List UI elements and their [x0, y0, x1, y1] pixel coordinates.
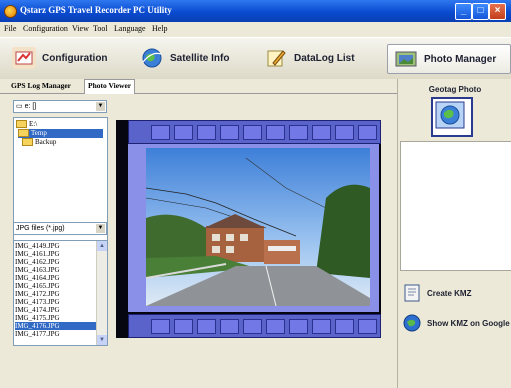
menu-view[interactable]: View: [72, 24, 89, 33]
file-type-select-value: JPG files (*.jpg): [16, 225, 65, 232]
menu-help[interactable]: Help: [152, 24, 168, 33]
file-type-select[interactable]: JPG files (*.jpg) ▼: [13, 222, 107, 235]
folder-open-icon: [18, 129, 29, 138]
menu-file[interactable]: File: [4, 24, 16, 33]
photo-manager-button-label: Photo Manager: [424, 53, 497, 65]
app-window: Qstarz GPS Travel Recorder PC Utility _ …: [0, 0, 511, 388]
window-title: Qstarz GPS Travel Recorder PC Utility: [20, 5, 172, 15]
geotag-result-panel: [400, 141, 511, 271]
file-list-item[interactable]: IMG_4175.JPG: [15, 314, 100, 322]
chevron-down-icon[interactable]: ▼: [96, 224, 105, 233]
folder-label: Temp: [31, 129, 47, 137]
geotag-photo-label: Geotag Photo: [428, 85, 482, 94]
right-panel: Geotag Photo Create KMZ Show KMZ on Goog…: [397, 79, 511, 388]
folder-item-selected[interactable]: Temp: [18, 129, 103, 138]
menu-bar: File Configuration View Tool Language He…: [0, 22, 511, 36]
file-list-item[interactable]: IMG_4165.JPG: [15, 282, 100, 290]
photo-preview[interactable]: [145, 148, 370, 307]
folder-label: Backup: [35, 138, 57, 146]
tab-gps-log-manager[interactable]: GPS Log Manager: [8, 80, 74, 92]
film-strip-bottom: [128, 314, 381, 338]
photo-manager-button[interactable]: Photo Manager: [387, 44, 511, 74]
panel-tabs: GPS Log Manager Photo Viewer: [0, 79, 397, 94]
file-list-item[interactable]: IMG_4173.JPG: [15, 298, 100, 306]
drive-select-value: e: []: [24, 103, 37, 110]
drive-select[interactable]: ▭ e: [] ▼: [13, 100, 107, 113]
folder-icon: [22, 138, 33, 147]
file-list[interactable]: IMG_4149.JPG IMG_4161.JPG IMG_4162.JPG I…: [13, 240, 108, 346]
file-list-item[interactable]: IMG_4163.JPG: [15, 266, 100, 274]
configuration-button[interactable]: Configuration: [12, 44, 108, 72]
show-kmz-google-label: Show KMZ on Google: [427, 318, 510, 328]
geotag-globe-icon: [435, 101, 465, 129]
menu-language[interactable]: Language: [114, 24, 146, 33]
folder-item[interactable]: E:\: [16, 120, 37, 129]
menu-configuration[interactable]: Configuration: [23, 24, 68, 33]
datalog-list-button-label: DataLog List: [294, 52, 355, 64]
file-list-item[interactable]: IMG_4177.JPG: [15, 330, 100, 338]
close-button[interactable]: ×: [489, 3, 506, 20]
configuration-icon: [12, 47, 36, 69]
geotag-photo-button[interactable]: [431, 97, 473, 137]
file-list-item[interactable]: IMG_4174.JPG: [15, 306, 100, 314]
file-list-item[interactable]: IMG_4161.JPG: [15, 250, 100, 258]
left-panel: GPS Log Manager Photo Viewer ▭ e: [] ▼ E…: [0, 79, 397, 388]
datalog-list-button[interactable]: DataLog List: [264, 44, 355, 72]
maximize-button[interactable]: □: [472, 3, 489, 20]
satellite-globe-icon: [140, 47, 164, 69]
title-bar[interactable]: Qstarz GPS Travel Recorder PC Utility _ …: [0, 0, 511, 22]
scroll-up-icon[interactable]: ▲: [97, 241, 107, 251]
file-list-item[interactable]: IMG_4162.JPG: [15, 258, 100, 266]
minimize-button[interactable]: _: [455, 3, 472, 20]
google-earth-icon: [403, 314, 421, 332]
create-kmz-button[interactable]: Create KMZ: [398, 279, 511, 307]
main-toolbar: Configuration Satellite Info DataLog Lis…: [0, 37, 511, 81]
file-list-item[interactable]: IMG_4149.JPG: [15, 242, 100, 250]
file-list-item[interactable]: IMG_4164.JPG: [15, 274, 100, 282]
file-list-scrollbar[interactable]: ▲ ▼: [96, 241, 107, 345]
photo-manager-icon: [394, 48, 418, 70]
drive-icon: ▭: [16, 103, 23, 110]
photo-preview-image: [145, 148, 370, 307]
chevron-down-icon[interactable]: ▼: [96, 102, 105, 111]
file-list-item[interactable]: IMG_4172.JPG: [15, 290, 100, 298]
app-globe-icon: [4, 5, 17, 18]
satellite-info-button[interactable]: Satellite Info: [140, 44, 229, 72]
show-kmz-google-button[interactable]: Show KMZ on Google: [398, 309, 511, 337]
scroll-down-icon[interactable]: ▼: [97, 335, 107, 345]
document-icon: [404, 284, 420, 302]
photo-viewer-frame: [116, 120, 381, 338]
datalog-pencil-icon: [264, 47, 288, 69]
file-list-item-selected[interactable]: IMG_4176.JPG: [15, 322, 100, 330]
film-frame: [128, 144, 379, 312]
tab-photo-viewer[interactable]: Photo Viewer: [84, 79, 136, 94]
satellite-info-button-label: Satellite Info: [170, 52, 230, 64]
folder-open-icon: [16, 120, 27, 129]
film-strip-top: [128, 120, 381, 144]
create-kmz-label: Create KMZ: [427, 288, 472, 298]
folder-item[interactable]: Backup: [22, 138, 56, 147]
configuration-button-label: Configuration: [42, 52, 108, 64]
menu-tool[interactable]: Tool: [93, 24, 108, 33]
folder-label: E:\: [29, 120, 38, 128]
